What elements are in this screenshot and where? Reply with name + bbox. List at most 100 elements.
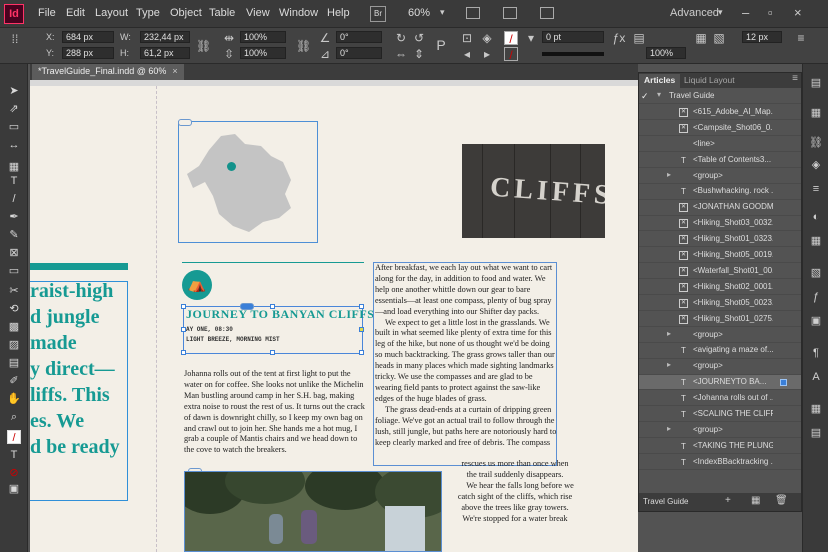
- flip-v-icon[interactable]: ⇕: [412, 47, 426, 61]
- text-wrap-box-icon[interactable]: ▧: [712, 31, 726, 45]
- article-item-row[interactable]: T <Bushwhacking. rock ...: [639, 184, 801, 200]
- object-styles-icon[interactable]: ▣: [809, 314, 823, 328]
- note-tool-icon[interactable]: ▤: [7, 356, 21, 370]
- cell-styles-icon[interactable]: ▤: [809, 426, 823, 440]
- text-wrap-icon[interactable]: ▧: [809, 266, 823, 280]
- stroke-weight-field[interactable]: 0 pt: [542, 31, 604, 43]
- pencil-tool-icon[interactable]: ✎: [7, 228, 21, 242]
- gear-icon[interactable]: ≡: [794, 31, 808, 45]
- menu-table[interactable]: Table: [209, 7, 235, 19]
- arrange-documents-icon[interactable]: [540, 7, 554, 19]
- new-article-icon[interactable]: ▦: [751, 495, 760, 506]
- workspace-switcher[interactable]: Advanced: [670, 7, 719, 19]
- height-field[interactable]: 61,2 px: [140, 47, 190, 59]
- line-tool-icon[interactable]: /: [7, 192, 21, 206]
- column-text[interactable]: Johanna rolls out of the tent at first l…: [184, 369, 366, 456]
- menu-help[interactable]: Help: [327, 7, 350, 19]
- gradient-feather-tool-icon[interactable]: ▨: [7, 338, 21, 352]
- eyedropper-tool-icon[interactable]: ✐: [7, 374, 21, 388]
- free-transform-tool-icon[interactable]: ⟲: [7, 302, 21, 316]
- rectangle-frame-tool-icon[interactable]: ⊠: [7, 246, 21, 260]
- scissors-tool-icon[interactable]: ✂: [7, 284, 21, 298]
- screen-mode-icon[interactable]: [503, 7, 517, 19]
- paragraph-styles-icon[interactable]: ¶: [809, 346, 823, 360]
- article-item-row[interactable]: ▸ <group>: [639, 169, 801, 184]
- layers-icon[interactable]: ◈: [809, 158, 823, 172]
- panel-menu-icon[interactable]: ≡: [792, 73, 798, 84]
- article-item-row[interactable]: ✕ <Hiking_Shot03_0032...: [639, 216, 801, 232]
- close-icon[interactable]: ×: [794, 5, 802, 20]
- document-tab[interactable]: *TravelGuide_Final.indd @ 60% ×: [32, 64, 184, 80]
- article-item-row[interactable]: <line>: [639, 137, 801, 152]
- column-text[interactable]: After breakfast, we each lay out what we…: [375, 263, 557, 448]
- swatches-icon[interactable]: ▦: [809, 234, 823, 248]
- reference-point-icon[interactable]: ⁞⁞: [8, 32, 22, 46]
- rectangle-tool-icon[interactable]: ▭: [7, 264, 21, 278]
- trash-icon[interactable]: 🗑: [775, 495, 788, 506]
- article-item-row[interactable]: ✕ <Hiking_Shot05_0023...: [639, 296, 801, 311]
- article-title-frame[interactable]: JOURNEY TO BANYAN CLIFFS AY ONE, 08:30 L…: [181, 304, 374, 355]
- article-item-row[interactable]: ✕ <Hiking_Shot02_0001...: [639, 280, 801, 296]
- chevron-right-icon[interactable]: ▸: [667, 329, 671, 338]
- cliffs-photo[interactable]: CLIFFS: [462, 144, 605, 238]
- tab-articles[interactable]: Articles: [639, 74, 681, 88]
- article-item-row[interactable]: T <IndexBBacktracking ...: [639, 455, 801, 470]
- drop-shadow-icon[interactable]: ▤: [632, 31, 646, 45]
- close-icon[interactable]: ×: [172, 66, 177, 76]
- stroke-swatch-icon[interactable]: /: [504, 47, 518, 62]
- article-item-row[interactable]: ✕ <Waterfall_Shot01_00...: [639, 264, 801, 280]
- article-item-row[interactable]: ✕ <615_Adobe_AI_Map...: [639, 105, 801, 121]
- chevron-right-icon[interactable]: ▸: [667, 424, 671, 433]
- selection-handle[interactable]: [181, 350, 186, 355]
- rotate-ccw-icon[interactable]: ↺: [412, 31, 426, 45]
- chevron-right-icon[interactable]: ▸: [667, 170, 671, 179]
- selection-handle[interactable]: [359, 327, 364, 332]
- fill-swatch-icon[interactable]: /: [504, 31, 518, 46]
- menu-layout[interactable]: Layout: [95, 7, 128, 19]
- text-wrap-icon[interactable]: ▦: [694, 31, 708, 45]
- article-item-row[interactable]: T <TAKING THE PLUNG...: [639, 439, 801, 455]
- direct-selection-tool-icon[interactable]: ⇗: [7, 102, 21, 116]
- selection-handle[interactable]: [270, 350, 275, 355]
- x-field[interactable]: 684 px: [62, 31, 114, 43]
- zoom-tool-icon[interactable]: ⌕: [7, 410, 21, 424]
- links-icon[interactable]: ⛓: [809, 136, 823, 150]
- zoom-level[interactable]: 60%: [408, 7, 430, 19]
- chevron-down-icon[interactable]: ▾: [524, 31, 538, 45]
- select-next-icon[interactable]: ▸: [480, 47, 494, 61]
- article-item-row[interactable]: ✕ <Hiking_Shot05_0019...: [639, 248, 801, 264]
- character-styles-icon[interactable]: A: [809, 370, 823, 384]
- opacity-field[interactable]: 100%: [646, 47, 686, 59]
- constrain-proportions-icon[interactable]: ⛓: [196, 39, 211, 53]
- chevron-down-icon[interactable]: ▾: [718, 7, 723, 18]
- article-item-row[interactable]: ✕ <JONATHAN GOODM...: [639, 200, 801, 216]
- article-root-row[interactable]: ✓ ▾ Travel Guide: [639, 89, 801, 105]
- article-item-row[interactable]: ✕ <Campsite_Shot06_0...: [639, 121, 801, 137]
- article-item-row[interactable]: ▸ <group>: [639, 359, 801, 375]
- hand-tool-icon[interactable]: ✋: [7, 392, 21, 406]
- check-icon[interactable]: ✓: [641, 91, 649, 102]
- constrain-scale-icon[interactable]: ⛓: [296, 39, 311, 53]
- y-field[interactable]: 288 px: [62, 47, 114, 59]
- document-canvas[interactable]: raist-high d jungle made y direct— liffs…: [30, 86, 638, 552]
- link-icon[interactable]: [178, 119, 192, 126]
- pen-tool-icon[interactable]: ✒: [7, 210, 21, 224]
- pages-icon[interactable]: ▤: [809, 76, 823, 90]
- article-item-row[interactable]: T <Table of Contents3...: [639, 153, 801, 168]
- add-content-icon[interactable]: +: [725, 495, 731, 506]
- table-styles-icon[interactable]: ▦: [809, 402, 823, 416]
- paragraph-icon[interactable]: P: [434, 38, 448, 52]
- chevron-down-icon[interactable]: ▾: [657, 90, 661, 99]
- article-item-row[interactable]: ▸ <group>: [639, 423, 801, 439]
- stroke-icon[interactable]: ≡: [809, 182, 823, 196]
- chevron-down-icon[interactable]: ▾: [440, 7, 445, 18]
- article-item-row[interactable]: T <SCALING THE CLIFF...: [639, 407, 801, 423]
- select-container-icon[interactable]: ⊡: [460, 31, 474, 45]
- page-tool-icon[interactable]: ▭: [7, 120, 21, 134]
- selection-handle[interactable]: [181, 327, 186, 332]
- stroke-type-swatch[interactable]: [542, 52, 604, 56]
- menu-edit[interactable]: Edit: [66, 7, 85, 19]
- maximize-icon[interactable]: ▫: [768, 5, 773, 20]
- selection-handle[interactable]: [181, 304, 186, 309]
- article-item-row[interactable]: T <Johanna rolls out of ...: [639, 391, 801, 407]
